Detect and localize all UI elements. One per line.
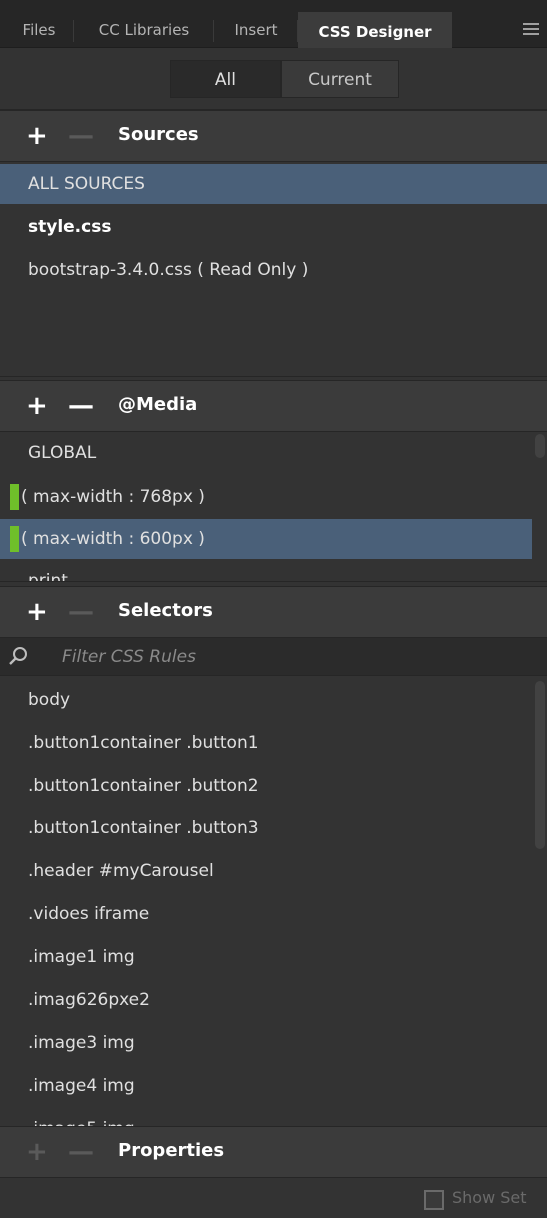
tab-files[interactable]: Files [4,12,74,48]
remove-source-icon[interactable]: — [68,121,94,151]
properties-header: + — Properties [0,1126,547,1178]
media-scroll-thumb[interactable] [535,434,545,458]
show-set-label: Show Set [452,1188,527,1207]
selector-filter-row [0,638,547,676]
media-divider[interactable] [0,581,547,582]
sources-divider[interactable] [0,376,547,377]
media-item-print[interactable]: print [0,561,68,582]
media-item-600[interactable]: ( max-width : 600px ) [0,519,532,559]
sources-title: Sources [118,124,199,145]
sources-list: ALL SOURCES style.css bootstrap-3.4.0.cs… [0,162,547,377]
selectors-scroll-thumb[interactable] [535,681,545,849]
media-scrollbar[interactable] [533,432,547,582]
selectors-list: body .button1container .button1 .button1… [0,677,547,1173]
add-property-icon[interactable]: + [26,1137,48,1167]
media-list: GLOBAL ( max-width : 768px ) ( max-width… [0,432,547,582]
selector-item[interactable]: .button1container .button2 [0,766,259,806]
media-item-label: ( max-width : 768px ) [21,487,205,507]
current-toggle-button[interactable]: Current [281,60,399,98]
properties-title: Properties [118,1140,225,1161]
panel-menu-icon[interactable] [523,23,539,35]
add-source-icon[interactable]: + [26,121,48,151]
media-indicator-icon [10,484,19,510]
add-media-icon[interactable]: + [26,391,48,421]
remove-property-icon[interactable]: — [68,1137,94,1167]
mode-toggle-row: All Current [0,48,547,110]
selector-item[interactable]: .button1container .button3 [0,808,259,848]
all-toggle-button[interactable]: All [170,60,281,98]
selector-item[interactable]: .header #myCarousel [0,851,214,891]
selector-item[interactable]: .image3 img [0,1023,135,1063]
media-header: + — @Media [0,380,547,432]
media-item-global[interactable]: GLOBAL [0,433,96,473]
selectors-scrollbar[interactable] [533,677,547,1173]
remove-selector-icon[interactable]: — [68,597,94,627]
show-set-checkbox[interactable] [424,1190,444,1210]
media-item-768[interactable]: ( max-width : 768px ) [0,477,532,517]
media-indicator-icon [10,526,19,552]
selector-item[interactable]: .image4 img [0,1066,135,1106]
source-item-all[interactable]: ALL SOURCES [0,164,547,204]
selectors-title: Selectors [118,600,213,621]
selector-item[interactable]: .vidoes iframe [0,894,149,934]
tab-insert[interactable]: Insert [214,12,298,48]
filter-css-rules-input[interactable] [62,638,482,676]
selector-item[interactable]: .imag626pxe2 [0,980,150,1020]
sources-header: + — Sources [0,110,547,162]
tab-cc-libraries[interactable]: CC Libraries [74,12,214,48]
selector-item[interactable]: .button1container .button1 [0,723,259,763]
selectors-header: + — Selectors [0,586,547,638]
media-item-label: ( max-width : 600px ) [21,529,205,549]
search-icon [9,647,27,665]
source-item-style-css[interactable]: style.css [0,207,111,247]
selector-item[interactable]: .image1 img [0,937,135,977]
selector-item[interactable]: body [0,680,70,720]
properties-options-row: Show Set [0,1182,547,1218]
remove-media-icon[interactable]: — [68,391,94,421]
panel-tab-bar: Files CC Libraries Insert CSS Designer [0,0,547,48]
add-selector-icon[interactable]: + [26,597,48,627]
source-item-bootstrap[interactable]: bootstrap-3.4.0.css ( Read Only ) [0,250,308,290]
media-title: @Media [118,394,198,415]
tab-css-designer[interactable]: CSS Designer [298,12,452,48]
